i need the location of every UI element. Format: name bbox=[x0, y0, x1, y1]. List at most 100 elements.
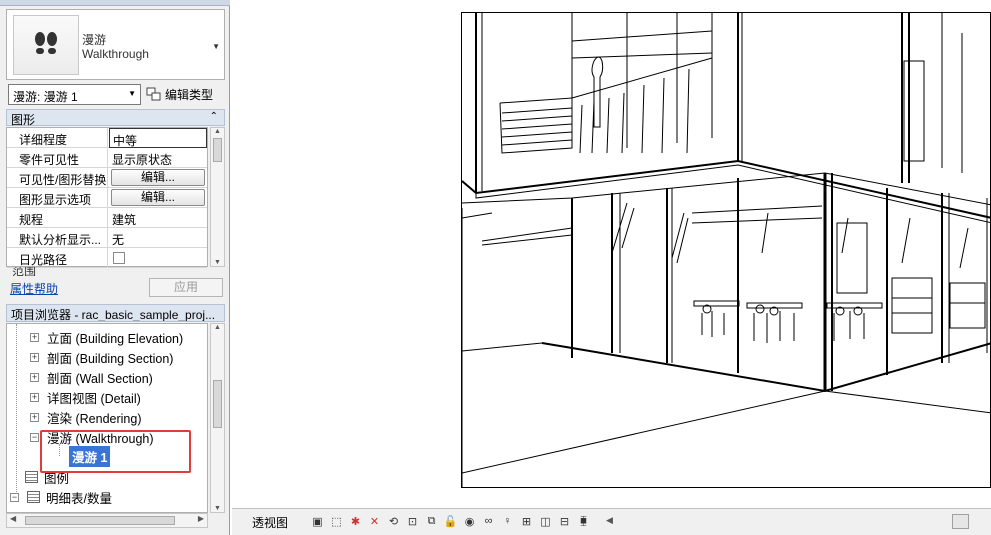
property-value[interactable]: 显示原状态 bbox=[109, 148, 207, 168]
visibility-edit-button[interactable]: 编辑... bbox=[111, 169, 205, 186]
properties-help-link[interactable]: 属性帮助 bbox=[10, 280, 58, 297]
edit-type-button[interactable]: 编辑类型 bbox=[146, 84, 213, 105]
type-name-chinese: 漫游 bbox=[82, 33, 107, 47]
tree-item-label: 明细表/数量 bbox=[46, 491, 112, 506]
scroll-down-icon[interactable]: ▼ bbox=[214, 505, 221, 512]
collapse-minus-icon[interactable]: − bbox=[10, 492, 19, 502]
expand-plus-icon[interactable]: + bbox=[30, 352, 39, 362]
browser-scrollbar[interactable]: ▲ ▼ bbox=[210, 323, 225, 513]
property-value[interactable]: 无 bbox=[109, 228, 207, 248]
property-name: 详细程度 bbox=[7, 128, 108, 148]
legend-icon bbox=[25, 471, 38, 483]
properties-scrollbar[interactable]: ▲ ▼ bbox=[210, 127, 225, 267]
graphic-display-edit-button[interactable]: 编辑... bbox=[111, 189, 205, 206]
properties-grid: 详细程度 中等 零件可见性 显示原状态 可见性/图形替换 编辑... 图形显示选… bbox=[6, 127, 208, 268]
footprints-icon bbox=[13, 15, 79, 75]
highlight-displacement-icon[interactable]: ◫ bbox=[538, 514, 553, 528]
view-control-bar: 透视图 ▣ ⬚ ✱ ✕ ⟲ ⊡ ⧉ 🔓 ◉ ∞ ♀ ⊞ ◫ ⊟ ⧯ ◀ bbox=[232, 508, 991, 535]
property-name: 图形显示选项 bbox=[7, 188, 108, 208]
tree-item-label: 渲染 (Rendering) bbox=[47, 411, 142, 426]
tree-item-schedules[interactable]: − 明细表/数量 bbox=[10, 487, 112, 507]
scroll-down-icon[interactable]: ▼ bbox=[214, 259, 221, 266]
show-crop-region-icon[interactable]: ⧉ bbox=[424, 514, 439, 528]
expand-plus-icon[interactable]: + bbox=[30, 332, 39, 342]
scroll-up-icon[interactable]: ▲ bbox=[214, 128, 221, 135]
dropdown-arrow-icon: ▼ bbox=[212, 42, 220, 51]
tree-item-label: 立面 (Building Elevation) bbox=[47, 331, 184, 346]
reveal-hidden-icon[interactable]: ∞ bbox=[481, 514, 496, 528]
expand-plus-icon[interactable]: + bbox=[30, 372, 39, 382]
property-name: 可见性/图形替换 bbox=[7, 168, 108, 188]
tree-item-rendering[interactable]: + 渲染 (Rendering) bbox=[30, 407, 141, 427]
property-row: 零件可见性 显示原状态 bbox=[7, 148, 207, 168]
property-row: 详细程度 中等 bbox=[7, 128, 207, 148]
view-scroll-thumb[interactable] bbox=[952, 514, 969, 529]
sun-path-checkbox[interactable] bbox=[113, 252, 125, 264]
type-name-english: Walkthrough bbox=[82, 47, 149, 61]
render-dialog-icon[interactable]: ⟲ bbox=[386, 514, 401, 528]
sun-path-off-icon[interactable]: ✱ bbox=[348, 514, 363, 528]
collapse-minus-icon[interactable]: − bbox=[30, 432, 39, 442]
property-row: 规程 建筑 bbox=[7, 208, 207, 228]
property-row: 图形显示选项 编辑... bbox=[7, 188, 207, 208]
shadows-off-icon[interactable]: ✕ bbox=[367, 514, 382, 528]
view-control-icons: ▣ ⬚ ✱ ✕ ⟲ ⊡ ⧉ 🔓 ◉ ∞ ♀ ⊞ ◫ ⊟ ⧯ bbox=[310, 514, 591, 528]
instance-selector[interactable]: 漫游: 漫游 1 ▼ bbox=[8, 84, 141, 105]
scroll-right-icon[interactable]: ▶ bbox=[198, 514, 204, 523]
tree-item-label: 剖面 (Building Section) bbox=[47, 351, 174, 366]
dropdown-arrow-icon: ▼ bbox=[128, 89, 136, 98]
panel-title-strip bbox=[0, 0, 230, 6]
expand-plus-icon[interactable]: + bbox=[30, 392, 39, 402]
crop-view-icon[interactable]: ⊡ bbox=[405, 514, 420, 528]
temporary-view-properties-icon[interactable]: ♀ bbox=[500, 514, 515, 528]
property-name: 默认分析显示... bbox=[7, 228, 108, 248]
perspective-view-canvas[interactable] bbox=[461, 12, 991, 488]
constraints-icon[interactable]: ⊟ bbox=[557, 514, 572, 528]
scroll-thumb[interactable] bbox=[213, 380, 222, 428]
tree-guide-line bbox=[16, 324, 17, 492]
visual-style-icon[interactable]: ⬚ bbox=[329, 514, 344, 528]
scroll-thumb[interactable] bbox=[213, 138, 222, 162]
tree-item-detail[interactable]: + 详图视图 (Detail) bbox=[30, 387, 141, 407]
annotation-highlight-box bbox=[40, 430, 191, 473]
scroll-left-icon[interactable]: ◀ bbox=[606, 515, 613, 526]
reveal-constraints-icon[interactable]: ⧯ bbox=[576, 514, 591, 528]
project-browser-title: 项目浏览器 - rac_basic_sample_proj... bbox=[6, 304, 225, 322]
scroll-up-icon[interactable]: ▲ bbox=[214, 324, 221, 331]
edit-type-icon bbox=[146, 87, 161, 101]
property-value-input[interactable]: 中等 bbox=[109, 128, 207, 148]
apply-button[interactable]: 应用 bbox=[149, 278, 223, 297]
temporary-hide-icon[interactable]: ◉ bbox=[462, 514, 477, 528]
property-name: 零件可见性 bbox=[7, 148, 108, 168]
property-row: 可见性/图形替换 编辑... bbox=[7, 168, 207, 188]
property-name: 规程 bbox=[7, 208, 108, 228]
schedule-icon bbox=[27, 491, 40, 503]
building-perspective-drawing bbox=[462, 13, 990, 487]
tree-item-label: 详图视图 (Detail) bbox=[47, 391, 141, 406]
property-name: 日光路径 bbox=[7, 248, 108, 268]
view-type-label: 透视图 bbox=[252, 516, 289, 530]
scroll-left-icon[interactable]: ◀ bbox=[10, 514, 16, 523]
tree-item-wall-section[interactable]: + 剖面 (Wall Section) bbox=[30, 367, 153, 387]
extents-section-header[interactable]: 范围 bbox=[6, 267, 206, 276]
graphics-section-header[interactable]: 图形 ⌃ bbox=[6, 109, 225, 127]
unlock-3d-view-icon[interactable]: 🔓 bbox=[443, 514, 458, 528]
view-horizontal-scroll-track[interactable] bbox=[618, 515, 938, 529]
tree-item-label: 剖面 (Wall Section) bbox=[47, 371, 153, 386]
tree-item-building-elevation[interactable]: + 立面 (Building Elevation) bbox=[30, 327, 183, 347]
type-selector[interactable]: 漫游 Walkthrough ▼ bbox=[6, 9, 225, 80]
revit-window: 漫游 Walkthrough ▼ 漫游: 漫游 1 ▼ 编辑类型 图形 ⌃ 详细… bbox=[0, 0, 991, 535]
instance-selector-value: 漫游: 漫游 1 bbox=[13, 90, 78, 104]
analytical-model-icon[interactable]: ⊞ bbox=[519, 514, 534, 528]
expand-plus-icon[interactable]: + bbox=[30, 412, 39, 422]
edit-type-label: 编辑类型 bbox=[165, 88, 214, 102]
browser-horizontal-scrollbar[interactable]: ◀ ▶ bbox=[6, 513, 208, 528]
detail-level-icon[interactable]: ▣ bbox=[310, 514, 325, 528]
scroll-thumb[interactable] bbox=[25, 516, 175, 525]
graphics-section-label: 图形 bbox=[11, 113, 36, 127]
collapse-chevron-icon[interactable]: ⌃ bbox=[210, 111, 218, 122]
properties-footer: 属性帮助 应用 bbox=[6, 277, 225, 299]
tree-item-building-section[interactable]: + 剖面 (Building Section) bbox=[30, 347, 173, 367]
property-value[interactable]: 建筑 bbox=[109, 208, 207, 228]
property-row: 日光路径 bbox=[7, 248, 207, 268]
